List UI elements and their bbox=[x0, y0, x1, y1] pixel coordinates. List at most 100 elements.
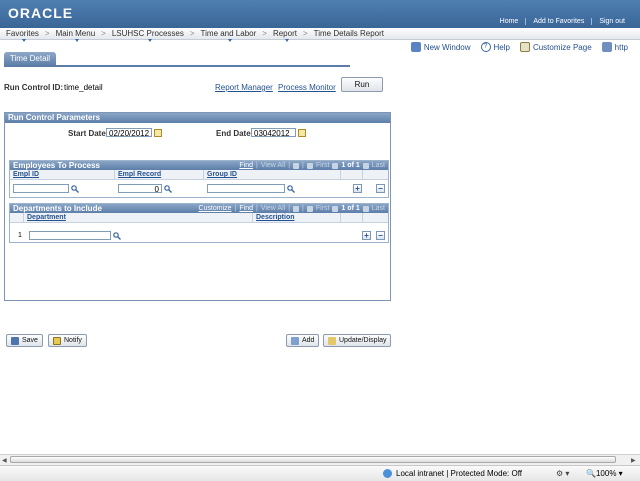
customize-page-link[interactable]: Customize Page bbox=[519, 42, 592, 52]
menu-time-and-labor[interactable]: Time and Labor bbox=[195, 29, 263, 42]
run-control-label: Run Control ID: bbox=[4, 83, 64, 92]
help-icon: ? bbox=[480, 42, 491, 52]
horizontal-scrollbar[interactable]: ◀ ▶ bbox=[0, 454, 640, 465]
run-control-value: time_detail bbox=[64, 83, 103, 92]
departments-grid-header: Departments to Include Customize | Find … bbox=[10, 204, 388, 213]
dropdown-arrow-icon bbox=[75, 39, 80, 42]
next-arrow-icon[interactable] bbox=[362, 205, 369, 212]
process-monitor-link[interactable]: Process Monitor bbox=[278, 83, 336, 92]
lookup-icon[interactable] bbox=[287, 185, 295, 193]
home-link[interactable]: Home bbox=[493, 18, 526, 25]
first-link[interactable]: First bbox=[316, 161, 330, 170]
calendar-icon[interactable] bbox=[154, 129, 162, 137]
lookup-icon[interactable] bbox=[71, 185, 79, 193]
column-empl-record[interactable]: Empl Record bbox=[115, 170, 204, 179]
employees-column-headers: Empl ID Empl Record Group ID bbox=[10, 170, 388, 180]
notify-button[interactable]: Notify bbox=[48, 334, 87, 347]
calendar-icon[interactable] bbox=[298, 129, 306, 137]
header-links: Home Add to Favorites Sign out bbox=[493, 18, 632, 25]
dropdown-arrow-icon bbox=[228, 39, 233, 42]
scroll-left-arrow-icon[interactable]: ◀ bbox=[2, 457, 7, 464]
column-group-id[interactable]: Group ID bbox=[204, 170, 341, 179]
employees-grid-header: Employees To Process Find | View All | |… bbox=[10, 161, 388, 170]
department-input[interactable] bbox=[29, 231, 111, 240]
protected-mode-icon[interactable]: ⚙ ▾ bbox=[556, 469, 569, 478]
add-to-favorites-link[interactable]: Add to Favorites bbox=[525, 18, 591, 25]
menu-time-details-report[interactable]: Time Details Report bbox=[308, 29, 390, 38]
menu-favorites[interactable]: Favorites bbox=[0, 29, 45, 42]
departments-grid-title: Departments to Include bbox=[13, 204, 102, 213]
empl-record-input[interactable]: 0 bbox=[118, 184, 162, 194]
sign-out-link[interactable]: Sign out bbox=[591, 18, 632, 25]
last-link[interactable]: Last bbox=[372, 204, 385, 213]
download-icon[interactable] bbox=[293, 162, 300, 169]
pagebar: New Window ? Help Customize Page http bbox=[410, 42, 628, 52]
departments-grid: Departments to Include Customize | Find … bbox=[9, 203, 389, 243]
end-date-input[interactable]: 03042012 bbox=[251, 128, 296, 138]
employees-grid: Employees To Process Find | View All | |… bbox=[9, 160, 389, 198]
scroll-right-arrow-icon[interactable]: ▶ bbox=[631, 457, 636, 464]
delete-row-button[interactable]: − bbox=[376, 184, 385, 193]
scrollbar-thumb[interactable] bbox=[10, 456, 616, 463]
zoom-icon: 🔍 bbox=[586, 469, 596, 478]
lookup-icon[interactable] bbox=[164, 185, 172, 193]
column-spacer bbox=[341, 170, 363, 179]
zoom-level[interactable]: 🔍100% ▾ bbox=[586, 469, 623, 478]
start-date-input[interactable]: 02/20/2012 bbox=[106, 128, 152, 138]
grid-icon[interactable] bbox=[306, 205, 313, 212]
portal-header: ORACLE Home Add to Favorites Sign out bbox=[0, 0, 640, 28]
new-window-link[interactable]: New Window bbox=[410, 42, 471, 52]
column-empl-id[interactable]: Empl ID bbox=[10, 170, 115, 179]
column-description[interactable]: Description bbox=[253, 213, 341, 222]
next-arrow-icon[interactable] bbox=[362, 162, 369, 169]
menu-lsuhsc-processes[interactable]: LSUHSC Processes bbox=[106, 29, 190, 42]
column-spacer bbox=[341, 213, 363, 222]
delete-row-button[interactable]: − bbox=[376, 231, 385, 240]
menu-report[interactable]: Report bbox=[267, 29, 303, 42]
departments-column-headers: Department Description bbox=[10, 213, 388, 223]
lookup-icon[interactable] bbox=[113, 232, 121, 240]
grid-icon[interactable] bbox=[306, 162, 313, 169]
oracle-logo: ORACLE bbox=[8, 5, 74, 21]
previous-arrow-icon[interactable] bbox=[332, 205, 339, 212]
group-title: Run Control Parameters bbox=[5, 113, 390, 123]
run-button[interactable]: Run bbox=[341, 77, 383, 92]
find-link[interactable]: Find bbox=[239, 161, 253, 170]
first-link[interactable]: First bbox=[316, 204, 330, 213]
customize-page-icon bbox=[519, 42, 530, 52]
column-index bbox=[10, 213, 24, 222]
column-spacer bbox=[363, 213, 386, 222]
last-link[interactable]: Last bbox=[372, 161, 385, 170]
http-link[interactable]: http bbox=[601, 42, 628, 52]
grid-navigation: Find | View All | | First 1 of 1 Last bbox=[239, 161, 385, 170]
previous-arrow-icon[interactable] bbox=[332, 162, 339, 169]
view-all-link[interactable]: View All bbox=[261, 204, 285, 213]
help-link[interactable]: ? Help bbox=[480, 42, 510, 52]
report-manager-link[interactable]: Report Manager bbox=[215, 83, 273, 92]
view-all-link[interactable]: View All bbox=[261, 161, 285, 170]
dropdown-arrow-icon bbox=[284, 39, 289, 42]
group-id-input[interactable] bbox=[207, 184, 285, 193]
tab-divider bbox=[4, 65, 350, 67]
add-row-button[interactable]: + bbox=[362, 231, 371, 240]
column-department[interactable]: Department bbox=[24, 213, 253, 222]
notify-icon bbox=[53, 336, 61, 345]
new-window-icon bbox=[410, 42, 421, 52]
security-zone-text: Local intranet | Protected Mode: Off bbox=[396, 469, 522, 478]
update-display-button[interactable]: Update/Display bbox=[323, 334, 392, 347]
add-row-button[interactable]: + bbox=[353, 184, 362, 193]
employees-grid-title: Employees To Process bbox=[13, 161, 100, 170]
save-button[interactable]: Save bbox=[6, 334, 43, 347]
customize-link[interactable]: Customize bbox=[198, 204, 231, 213]
intranet-zone-icon bbox=[383, 469, 392, 478]
row-count: 1 of 1 bbox=[341, 162, 360, 169]
page-tab-time-detail[interactable]: Time Detail bbox=[4, 52, 56, 66]
download-icon[interactable] bbox=[293, 205, 300, 212]
add-button[interactable]: Add bbox=[286, 334, 320, 347]
run-control-parameters-group: Run Control Parameters Start Date: 02/20… bbox=[4, 112, 391, 301]
find-link[interactable]: Find bbox=[239, 204, 253, 213]
grid-navigation: Customize | Find | View All | | First 1 … bbox=[198, 204, 385, 213]
menubar: Favorites > Main Menu > LSUHSC Processes… bbox=[0, 28, 640, 42]
menu-main-menu[interactable]: Main Menu bbox=[50, 29, 102, 42]
empl-id-input[interactable] bbox=[13, 184, 69, 193]
